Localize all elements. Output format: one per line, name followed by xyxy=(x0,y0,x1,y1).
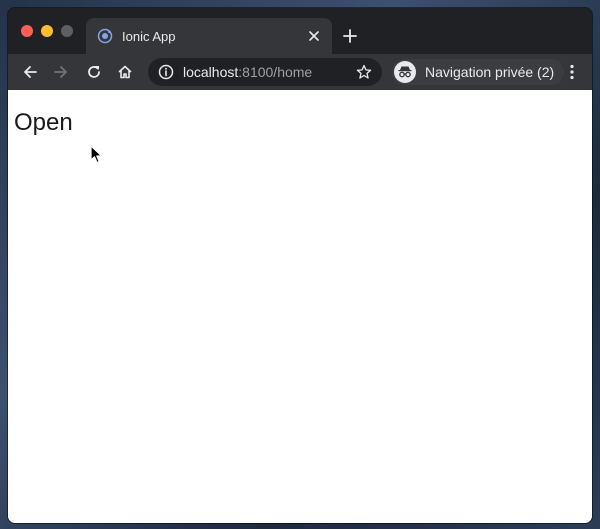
address-bar[interactable]: localhost:8100/home xyxy=(148,58,382,86)
window-maximize-button[interactable] xyxy=(61,25,73,37)
url-host: localhost xyxy=(183,64,239,80)
page-viewport: Open xyxy=(8,90,592,523)
mouse-pointer-icon xyxy=(90,145,103,164)
tab-title: Ionic App xyxy=(122,28,176,44)
browser-window: Ionic App localhost:8100/home Navigation… xyxy=(8,8,592,523)
url-path: :8100/home xyxy=(238,64,313,80)
back-arrow-icon[interactable] xyxy=(18,60,42,84)
browser-tab[interactable]: Ionic App xyxy=(86,18,332,54)
title-bar: Ionic App xyxy=(8,8,592,54)
browser-toolbar: localhost:8100/home Navigation privée (2… xyxy=(8,54,592,90)
incognito-label: Navigation privée (2) xyxy=(425,64,555,80)
incognito-icon xyxy=(394,61,416,83)
bookmark-star-icon[interactable] xyxy=(356,64,372,80)
forward-arrow-icon[interactable] xyxy=(49,60,73,84)
site-info-icon[interactable] xyxy=(158,64,174,80)
home-icon[interactable] xyxy=(113,60,137,84)
page-heading[interactable]: Open xyxy=(14,109,73,137)
new-tab-plus-icon[interactable] xyxy=(338,24,362,48)
incognito-profile-button[interactable]: Navigation privée (2) xyxy=(392,59,565,85)
tab-close-icon[interactable] xyxy=(302,24,326,48)
ionic-logo-icon xyxy=(97,28,113,44)
url-text: localhost:8100/home xyxy=(183,64,312,80)
reload-icon[interactable] xyxy=(82,60,106,84)
window-close-button[interactable] xyxy=(21,25,33,37)
window-minimize-button[interactable] xyxy=(41,25,53,37)
browser-menu-kebab-icon[interactable] xyxy=(560,60,584,84)
